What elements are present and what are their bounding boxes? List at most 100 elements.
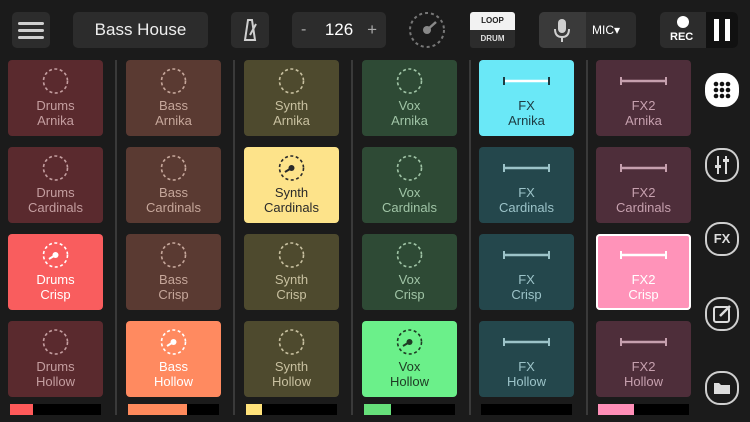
level-meter-synth [246,404,337,415]
pad-name: FX [518,185,535,200]
loop-icon [362,241,457,269]
record-dot-icon[interactable] [677,16,689,28]
loop-icon [8,154,103,182]
input-selector[interactable]: MIC▾ [539,12,636,48]
pad-kit: Arnika [508,113,545,128]
mixer-sliders-icon [715,156,729,174]
fx-button[interactable]: FX [705,222,739,256]
loop-icon [8,328,103,356]
edit-button[interactable] [705,297,739,331]
loop-drum-switch[interactable]: LOOP DRUM [470,12,515,48]
level-meter-fill [364,404,392,415]
one-shot-icon [479,328,574,356]
level-meter-bass [128,404,219,415]
pad-fx2-cardinals[interactable]: FX2 Cardinals [596,147,691,223]
pad-synth-hollow[interactable]: Synth Hollow [244,321,339,397]
pad-name: Synth [274,359,309,374]
pad-fx-crisp[interactable]: FX Crisp [479,234,574,310]
pad-synth-arnika[interactable]: Synth Arnika [244,60,339,136]
level-meter-fill [10,404,33,415]
pad-vox-crisp[interactable]: Vox Crisp [362,234,457,310]
mic-button[interactable] [539,12,586,48]
folder-button[interactable] [705,371,739,405]
column-separator [469,60,471,415]
pad-name: Synth [274,272,309,287]
input-source-label[interactable]: MIC▾ [592,12,620,48]
pad-kit: Hollow [623,374,663,389]
pad-bass-hollow[interactable]: Bass Hollow [126,321,221,397]
pad-name: Bass [159,98,188,113]
tempo-control: - 126 + [292,12,386,48]
pad-fx-cardinals[interactable]: FX Cardinals [479,147,574,223]
dial-icon [409,12,445,48]
drum-mode-button[interactable]: DRUM [470,30,515,48]
project-title[interactable]: Bass House [73,12,208,48]
menu-line [18,22,44,25]
pad-vox-cardinals[interactable]: Vox Cardinals [362,147,457,223]
one-shot-icon [479,67,574,95]
pad-kit: Crisp [158,287,189,302]
column-separator [351,60,353,415]
record-button-label[interactable]: REC [670,31,693,43]
loop-mode-button[interactable]: LOOP [470,12,515,30]
grid-icon [713,81,731,99]
loop-playing-icon [244,154,339,182]
level-meter-drums [10,404,101,415]
mixer-button[interactable] [705,148,739,182]
pad-vox-arnika[interactable]: Vox Arnika [362,60,457,136]
grid-view-button[interactable] [705,73,739,107]
edit-icon [713,305,731,323]
pad-fx-hollow[interactable]: FX Hollow [479,321,574,397]
pad-kit: Cardinals [616,200,671,215]
metronome-button[interactable] [231,12,269,48]
pad-name: FX2 [631,359,656,374]
pad-drums-crisp[interactable]: Drums Crisp [8,234,103,310]
menu-button[interactable] [12,12,50,48]
loop-icon [126,241,221,269]
pad-kit: Crisp [394,287,425,302]
pad-name: FX [518,272,535,287]
pad-synth-crisp[interactable]: Synth Crisp [244,234,339,310]
folder-icon [714,383,730,394]
pad-kit: Crisp [628,287,659,302]
pause-icon-bar [725,19,730,41]
pad-kit: Cardinals [28,200,83,215]
pad-vox-hollow[interactable]: Vox Hollow [362,321,457,397]
pad-kit: Arnika [155,113,192,128]
pad-name: Drums [36,272,75,287]
fx-button-label: FX [713,231,731,246]
pad-bass-arnika[interactable]: Bass Arnika [126,60,221,136]
pad-fx2-hollow[interactable]: FX2 Hollow [596,321,691,397]
one-shot-icon [479,154,574,182]
pad-name: Vox [398,185,421,200]
pad-name: Bass [159,185,188,200]
pad-fx-arnika[interactable]: FX Arnika [479,60,574,136]
pad-kit: Crisp [276,287,307,302]
one-shot-icon [596,328,691,356]
pad-drums-arnika[interactable]: Drums Arnika [8,60,103,136]
pad-kit: Cardinals [264,200,319,215]
loop-playing-icon [362,328,457,356]
tempo-increase-button[interactable]: + [367,12,377,48]
column-separator [115,60,117,415]
menu-line [18,36,44,39]
pad-synth-cardinals[interactable]: Synth Cardinals [244,147,339,223]
pad-bass-crisp[interactable]: Bass Crisp [126,234,221,310]
pad-name: FX2 [631,98,656,113]
pad-kit: Arnika [273,113,310,128]
pad-bass-cardinals[interactable]: Bass Cardinals [126,147,221,223]
pad-kit: Cardinals [499,200,554,215]
pad-fx2-crisp[interactable]: FX2 Crisp [596,234,691,310]
pad-kit: Hollow [506,374,546,389]
pad-name: Drums [36,98,75,113]
pad-kit: Crisp [511,287,542,302]
menu-line [18,29,44,32]
pad-kit: Arnika [37,113,74,128]
master-dial[interactable] [408,11,446,49]
pause-button[interactable] [706,12,738,48]
pad-name: Vox [398,272,421,287]
pad-fx2-arnika[interactable]: FX2 Arnika [596,60,691,136]
pad-drums-hollow[interactable]: Drums Hollow [8,321,103,397]
one-shot-icon [596,67,691,95]
pad-drums-cardinals[interactable]: Drums Cardinals [8,147,103,223]
